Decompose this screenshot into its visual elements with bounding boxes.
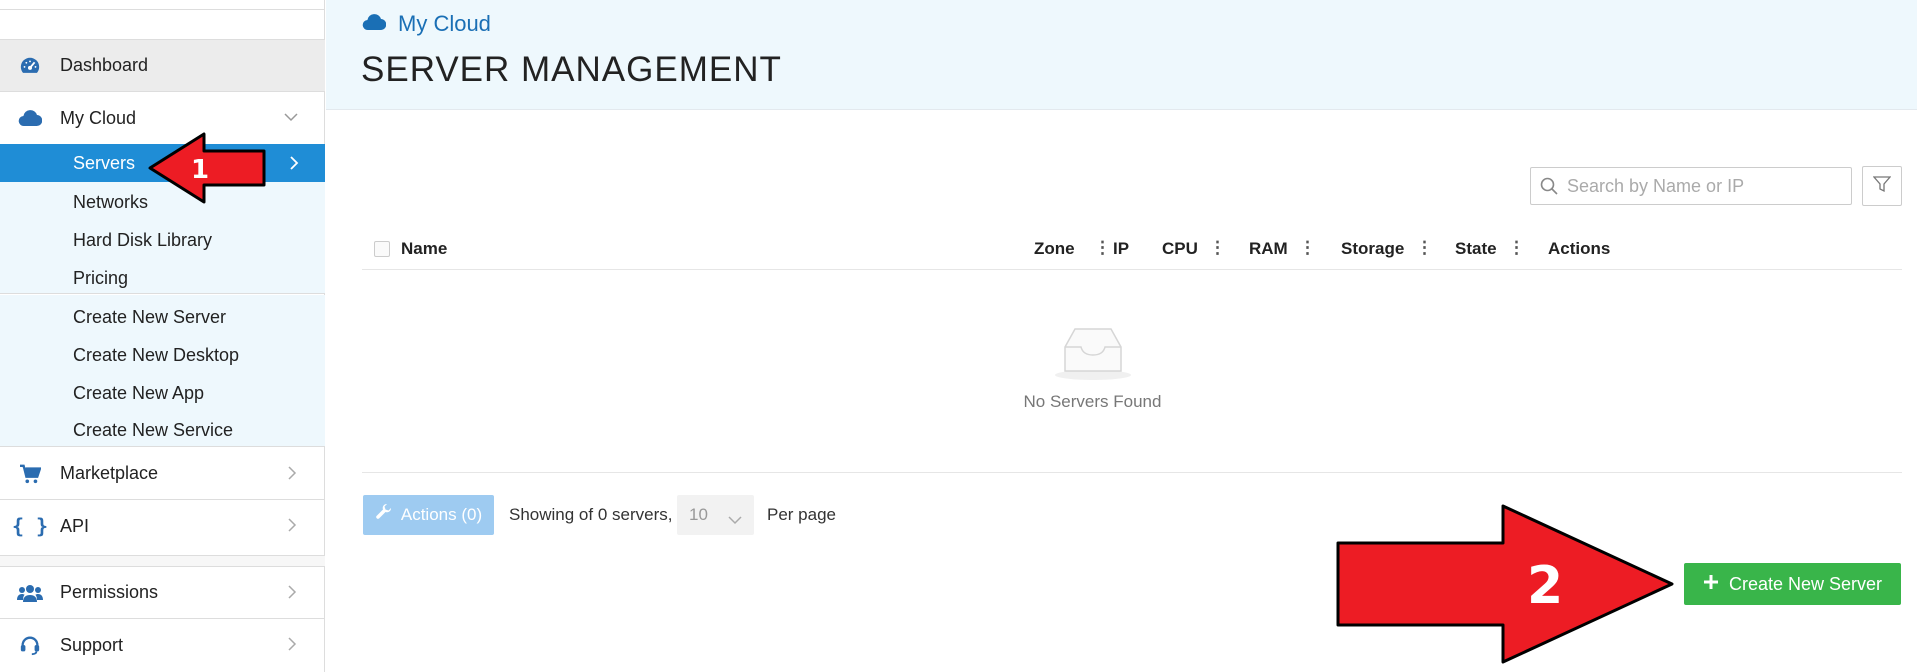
column-header-storage[interactable]: Storage xyxy=(1341,239,1404,259)
plus-icon xyxy=(1703,574,1719,595)
filter-button[interactable] xyxy=(1862,166,1902,206)
sidebar-item-label: Marketplace xyxy=(60,463,159,483)
cart-icon xyxy=(0,464,60,484)
sidebar-item-label: API xyxy=(60,515,90,536)
per-page-value: 10 xyxy=(689,505,708,524)
chevron-down-icon xyxy=(728,510,742,530)
chevron-right-icon xyxy=(287,155,301,176)
empty-inbox-icon xyxy=(1053,328,1133,385)
annotation-arrow-2: 2 xyxy=(1336,504,1674,664)
search-input[interactable] xyxy=(1567,175,1837,197)
cloud-icon xyxy=(362,11,387,37)
sidebar-item-dashboard[interactable]: Dashboard xyxy=(0,39,325,92)
column-menu-icon[interactable]: ⋮ xyxy=(1416,238,1433,258)
headset-icon xyxy=(0,634,60,656)
select-all-checkbox[interactable] xyxy=(374,241,390,257)
sidebar-item-create-new-service[interactable]: Create New Service xyxy=(73,420,233,441)
breadcrumb-label: My Cloud xyxy=(398,11,491,36)
sidebar-group-divider xyxy=(0,555,325,567)
sidebar-item-label: Dashboard xyxy=(60,55,149,75)
sidebar-item-marketplace[interactable]: Marketplace xyxy=(0,448,325,500)
dashboard-gauge-icon xyxy=(0,55,60,77)
sidebar-item-create-new-desktop[interactable]: Create New Desktop xyxy=(73,345,239,366)
per-page-label: Per page xyxy=(767,505,836,524)
column-header-actions: Actions xyxy=(1548,239,1611,258)
bulk-actions-label: Actions (0) xyxy=(400,505,483,524)
sidebar-item-pricing[interactable]: Pricing xyxy=(73,268,128,289)
main-content: My Cloud SERVER MANAGEMENT Name Zone ⋮ I… xyxy=(326,0,1917,672)
sidebar-item-api[interactable]: { } API xyxy=(0,500,325,552)
sidebar-item-label: Support xyxy=(60,634,124,655)
table-footer-divider xyxy=(362,472,1902,473)
sidebar-top-divider xyxy=(0,9,325,10)
chevron-right-icon xyxy=(285,636,299,657)
empty-state-text: No Servers Found xyxy=(1023,392,1162,411)
create-submenu: Create New Server Create New Desktop Cre… xyxy=(0,295,325,447)
column-header-zone[interactable]: Zone xyxy=(1034,239,1075,259)
page-header: My Cloud SERVER MANAGEMENT xyxy=(326,0,1917,110)
column-menu-icon[interactable]: ⋮ xyxy=(1094,238,1111,258)
sidebar-item-support[interactable]: Support xyxy=(0,619,325,671)
chevron-right-icon xyxy=(285,465,299,486)
table-header: Name Zone ⋮ IP CPU ⋮ RAM ⋮ Storage ⋮ Sta… xyxy=(362,230,1902,270)
column-header-cpu[interactable]: CPU xyxy=(1162,239,1198,259)
braces-icon: { } xyxy=(11,514,49,538)
annotation-number: 1 xyxy=(191,155,209,185)
create-new-server-button[interactable]: Create New Server xyxy=(1684,563,1901,605)
sidebar-item-networks[interactable]: Networks xyxy=(73,192,148,213)
column-header-ram[interactable]: RAM xyxy=(1249,239,1288,259)
empty-state: No Servers Found xyxy=(926,325,1259,412)
sidebar-item-create-new-app[interactable]: Create New App xyxy=(73,383,204,404)
annotation-arrow-1: 1 xyxy=(148,132,266,204)
page-title: SERVER MANAGEMENT xyxy=(361,50,782,89)
column-header-name[interactable]: Name xyxy=(401,239,447,259)
breadcrumb[interactable]: My Cloud xyxy=(362,11,491,37)
bulk-actions-button[interactable]: Actions (0) xyxy=(363,495,494,535)
sidebar: Dashboard My Cloud Networks Hard Disk Li… xyxy=(0,0,325,672)
column-menu-icon[interactable]: ⋮ xyxy=(1508,238,1525,258)
users-icon xyxy=(0,584,60,602)
filter-icon xyxy=(1872,175,1892,198)
sidebar-item-permissions[interactable]: Permissions xyxy=(0,567,325,619)
per-page-select[interactable]: 10 xyxy=(677,495,754,535)
search-icon xyxy=(1531,177,1567,195)
sidebar-item-hard-disk-library[interactable]: Hard Disk Library xyxy=(73,230,212,251)
annotation-number: 2 xyxy=(1527,556,1563,616)
sidebar-item-label: Servers xyxy=(73,153,136,173)
search-box[interactable] xyxy=(1530,167,1852,205)
chevron-right-icon xyxy=(285,584,299,605)
cloud-icon xyxy=(0,109,60,127)
sidebar-item-label: Permissions xyxy=(60,582,159,602)
pagination-summary: Showing of 0 servers, xyxy=(509,505,673,524)
column-menu-icon[interactable]: ⋮ xyxy=(1209,238,1226,258)
sidebar-item-create-new-server[interactable]: Create New Server xyxy=(73,307,226,328)
create-new-server-label: Create New Server xyxy=(1728,573,1883,594)
wrench-icon xyxy=(375,503,393,527)
chevron-down-icon xyxy=(283,109,299,130)
column-header-state[interactable]: State xyxy=(1455,239,1497,259)
chevron-right-icon xyxy=(285,517,299,538)
column-menu-icon[interactable]: ⋮ xyxy=(1299,238,1316,258)
sidebar-item-label: My Cloud xyxy=(60,107,137,128)
column-header-ip[interactable]: IP xyxy=(1113,239,1129,259)
